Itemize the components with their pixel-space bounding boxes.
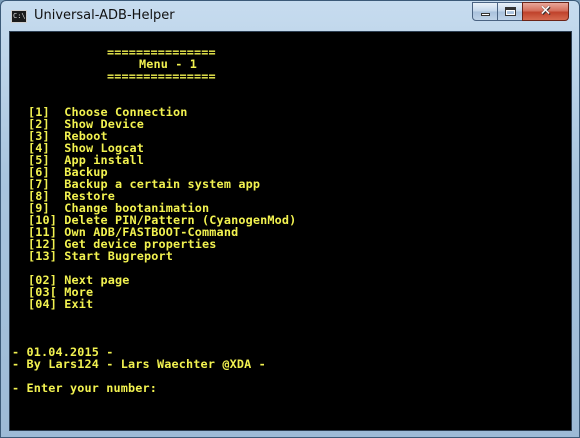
menu-item: [13] Start Bugreport xyxy=(28,249,174,263)
console-icon[interactable]: C:\ xyxy=(11,10,27,23)
console-window: C:\ Universal-ADB-Helper ✕ =============… xyxy=(0,0,580,438)
minimize-button[interactable] xyxy=(472,2,498,21)
maximize-button[interactable] xyxy=(497,2,523,21)
close-icon: ✕ xyxy=(539,3,552,19)
title-bar[interactable]: C:\ Universal-ADB-Helper ✕ xyxy=(1,1,579,31)
maximize-icon xyxy=(505,7,516,16)
window-title: Universal-ADB-Helper xyxy=(34,8,175,23)
footer-author: - By Lars124 - Lars Waechter @XDA - xyxy=(12,357,266,371)
console-output[interactable]: =============== Menu - 1 ===============… xyxy=(9,31,572,431)
close-button[interactable]: ✕ xyxy=(522,2,569,21)
minimize-icon xyxy=(481,13,490,16)
header-rule-bottom: =============== xyxy=(107,69,216,83)
input-prompt[interactable]: - Enter your number: xyxy=(12,382,157,394)
nav-item: [04] Exit xyxy=(28,297,94,311)
